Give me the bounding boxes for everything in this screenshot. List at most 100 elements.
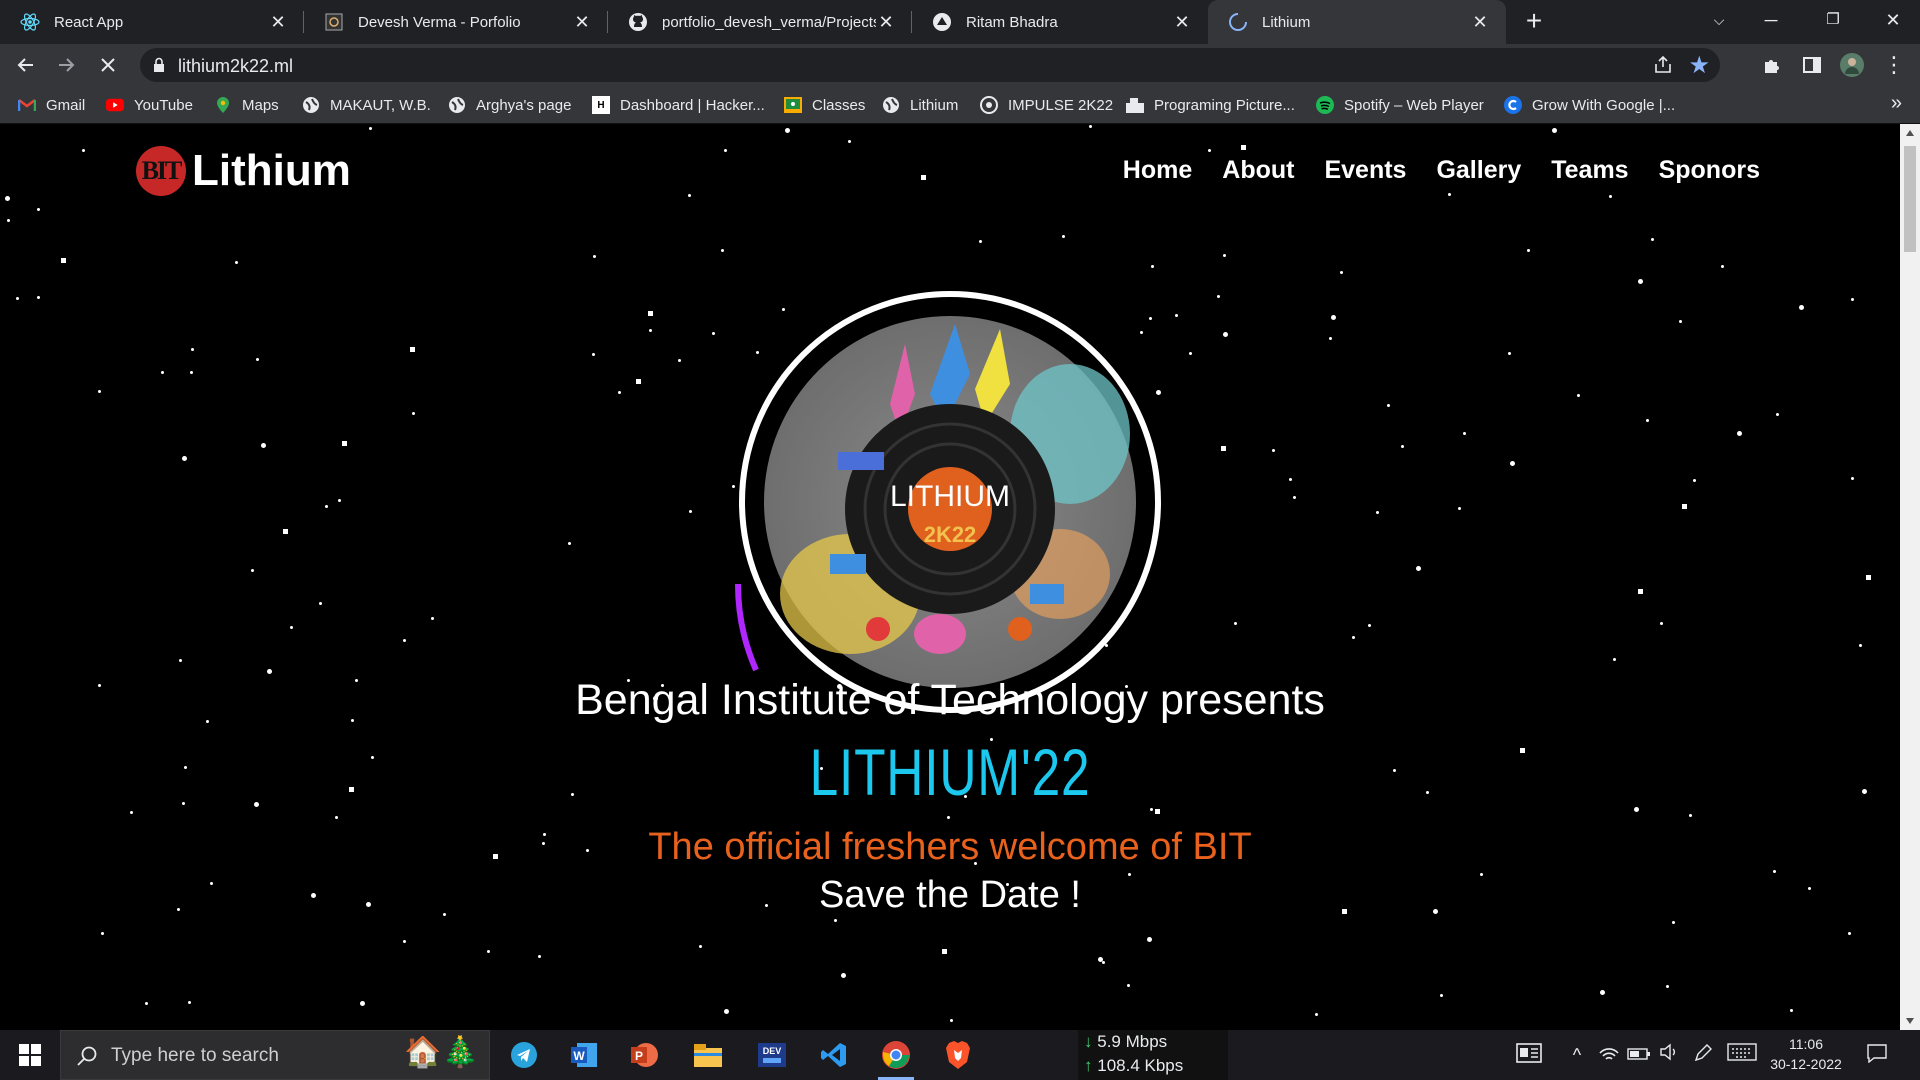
bookmark-spotify[interactable]: Spotify – Web Player xyxy=(1316,94,1484,116)
system-clock[interactable]: 11:06 30-12-2022 xyxy=(1766,1034,1846,1074)
bookmark-impulse[interactable]: IMPULSE 2K22 xyxy=(980,94,1113,116)
share-icon[interactable] xyxy=(1652,54,1674,76)
tab-close-icon[interactable]: ✕ xyxy=(572,12,592,32)
bookmark-lithium[interactable]: Lithium xyxy=(882,94,958,116)
star-dot xyxy=(1552,128,1557,133)
chrome-icon[interactable] xyxy=(868,1030,924,1080)
bookmark-makaut[interactable]: MAKAUT, W.B. xyxy=(302,94,431,116)
keyboard-icon[interactable] xyxy=(1726,1043,1758,1067)
address-bar[interactable]: lithium2k22.ml ★ xyxy=(140,48,1720,82)
word-icon[interactable]: W xyxy=(556,1030,612,1080)
tab-close-icon[interactable]: ✕ xyxy=(1172,12,1192,32)
start-button[interactable] xyxy=(0,1030,60,1080)
nav-about[interactable]: About xyxy=(1222,156,1294,185)
profile-avatar[interactable] xyxy=(1836,49,1868,81)
star-dot xyxy=(1331,315,1336,320)
star-dot xyxy=(1401,445,1404,448)
nav-sponsors[interactable]: Sponors xyxy=(1659,156,1760,185)
page-scrollbar[interactable] xyxy=(1900,124,1920,1030)
back-button[interactable] xyxy=(10,49,42,81)
wifi-icon[interactable] xyxy=(1596,1043,1622,1067)
tab-close-icon[interactable]: ✕ xyxy=(876,12,896,32)
star-dot xyxy=(1721,265,1724,268)
bookmark-arghya[interactable]: Arghya's page xyxy=(448,94,571,116)
star-dot xyxy=(360,1001,365,1006)
star-dot xyxy=(688,194,691,197)
telegram-icon[interactable] xyxy=(496,1030,552,1080)
tab-close-icon[interactable]: ✕ xyxy=(1470,12,1490,32)
star-dot xyxy=(1851,477,1854,480)
star-dot xyxy=(649,329,652,332)
url-text[interactable]: lithium2k22.ml xyxy=(178,56,293,77)
site-logo[interactable]: BIT Lithium xyxy=(136,146,351,196)
close-window-button[interactable]: ✕ xyxy=(1870,0,1916,40)
emblem-subtitle: 2K22 xyxy=(924,522,977,547)
nav-gallery[interactable]: Gallery xyxy=(1436,156,1521,185)
star-dot xyxy=(678,359,681,362)
bookmark-label: Dashboard | Hacker... xyxy=(620,96,765,114)
dev-icon[interactable]: DEV xyxy=(744,1030,800,1080)
scroll-up-arrow-icon[interactable] xyxy=(1906,130,1914,136)
star-dot xyxy=(1223,332,1228,337)
notifications-icon[interactable] xyxy=(1864,1043,1890,1067)
bookmark-classes[interactable]: Classes xyxy=(784,94,865,116)
chrome-menu-icon[interactable]: ⋮ xyxy=(1878,49,1910,81)
side-panel-icon[interactable] xyxy=(1796,49,1828,81)
bookmark-grow-with-google[interactable]: Grow With Google |... xyxy=(1504,94,1675,116)
star-dot xyxy=(1329,337,1332,340)
tab-github-projects[interactable]: portfolio_devesh_verma/Projects ✕ xyxy=(608,0,912,44)
file-explorer-icon[interactable] xyxy=(680,1030,736,1080)
tab-ritam-bhadra[interactable]: Ritam Bhadra ✕ xyxy=(912,0,1208,44)
tab-lithium[interactable]: Lithium ✕ xyxy=(1208,0,1506,44)
taskbar-search-box[interactable]: Type here to search 🏠🎄 xyxy=(60,1030,490,1080)
star-dot xyxy=(1272,449,1275,452)
bookmark-programming-pictures[interactable]: Programing Picture... xyxy=(1126,94,1295,116)
react-icon xyxy=(20,12,40,32)
forward-button[interactable] xyxy=(50,49,82,81)
tab-react-app[interactable]: React App ✕ xyxy=(0,0,304,44)
bookmark-hackerrank[interactable]: H Dashboard | Hacker... xyxy=(592,94,765,116)
star-dot xyxy=(689,510,692,513)
star-dot xyxy=(848,140,851,143)
restore-button[interactable]: ❐ xyxy=(1810,0,1856,40)
bookmark-label: Programing Picture... xyxy=(1154,96,1295,114)
star-dot xyxy=(592,353,595,356)
event-name: LITHIUM'22 xyxy=(809,735,1091,809)
star-dot xyxy=(191,348,194,351)
youtube-icon xyxy=(106,96,124,114)
star-dot xyxy=(724,149,727,152)
stop-loading-button[interactable] xyxy=(92,49,124,81)
star-dot xyxy=(1089,125,1092,128)
nav-home[interactable]: Home xyxy=(1123,156,1192,185)
vscode-icon[interactable] xyxy=(806,1030,862,1080)
scrollbar-thumb[interactable] xyxy=(1904,146,1916,252)
new-tab-button[interactable]: + xyxy=(1518,6,1550,38)
tray-chevron-up-icon[interactable]: ^ xyxy=(1564,1043,1590,1067)
star-dot xyxy=(1352,636,1355,639)
news-widget-icon[interactable] xyxy=(1516,1043,1542,1067)
bookmark-maps[interactable]: Maps xyxy=(214,94,279,116)
brave-icon[interactable] xyxy=(930,1030,986,1080)
bookmark-gmail[interactable]: Gmail xyxy=(18,94,85,116)
scroll-down-arrow-icon[interactable] xyxy=(1906,1018,1914,1024)
minimize-button[interactable]: ─ xyxy=(1748,0,1794,40)
star-dot xyxy=(1448,193,1451,196)
tab-close-icon[interactable]: ✕ xyxy=(268,12,288,32)
extensions-puzzle-icon[interactable] xyxy=(1756,49,1788,81)
star-dot xyxy=(1672,921,1675,924)
emblem-title: LITHIUM xyxy=(890,480,1010,513)
nav-events[interactable]: Events xyxy=(1324,156,1406,185)
star-dot xyxy=(283,529,288,534)
bookmark-star-icon[interactable]: ★ xyxy=(1688,51,1710,80)
star-dot xyxy=(1217,295,1220,298)
volume-icon[interactable] xyxy=(1656,1043,1682,1067)
tab-devesh-portfolio[interactable]: Devesh Verma - Porfolio ✕ xyxy=(304,0,608,44)
bookmark-youtube[interactable]: YouTube xyxy=(106,94,193,116)
star-dot xyxy=(188,1001,191,1004)
pen-icon[interactable] xyxy=(1690,1043,1716,1067)
tab-search-chevron-icon[interactable]: ⌵ xyxy=(1696,0,1742,40)
nav-teams[interactable]: Teams xyxy=(1551,156,1628,185)
battery-icon[interactable] xyxy=(1626,1043,1652,1067)
bookmarks-overflow-chevron-icon[interactable]: » xyxy=(1891,92,1902,115)
powerpoint-icon[interactable]: P xyxy=(616,1030,672,1080)
